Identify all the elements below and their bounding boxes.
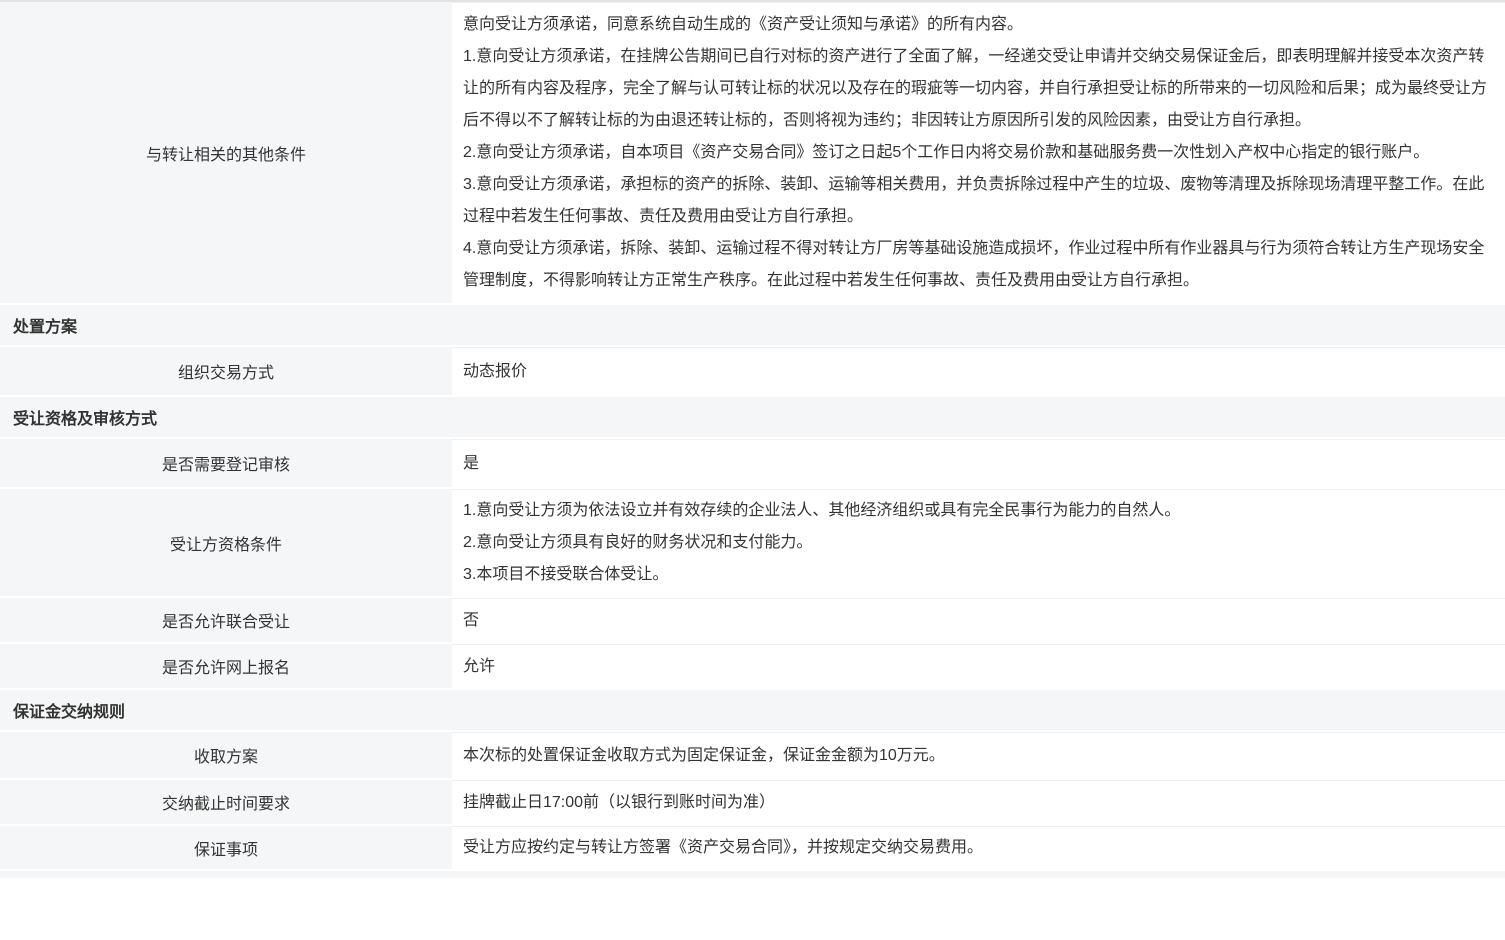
asset-transfer-detail-table: 与转让相关的其他条件 意向受让方须承诺，同意系统自动生成的《资产受让须知与承诺》… (0, 0, 1505, 878)
table-row-joint-transfer: 是否允许联合受让 否 (0, 598, 1505, 642)
table-row-other-conditions: 与转让相关的其他条件 意向受让方须承诺，同意系统自动生成的《资产受让须知与承诺》… (0, 2, 1505, 303)
row-label-other-conditions: 与转让相关的其他条件 (0, 2, 452, 303)
table-row-transferee-qualification: 受让方资格条件 1.意向受让方须为依法设立并有效存续的企业法人、其他经济组织或具… (0, 489, 1505, 596)
table-row-collection-plan: 收取方案 本次标的处置保证金收取方式为固定保证金，保证金金额为10万元。 (0, 732, 1505, 778)
row-value-payment-deadline: 挂牌截止日17:00前（以银行到账时间为准） (452, 780, 1505, 824)
row-label-text: 保证事项 (194, 836, 258, 860)
row-label-guarantee-matters: 保证事项 (0, 826, 452, 869)
table-row-registration-review: 是否需要登记审核 是 (0, 439, 1505, 487)
qualification-paragraph: 3.本项目不接受联合体受让。 (463, 559, 1487, 591)
row-label-registration-review: 是否需要登记审核 (0, 439, 452, 487)
row-value-text: 是 (463, 448, 1487, 480)
table-row-payment-deadline: 交纳截止时间要求 挂牌截止日17:00前（以银行到账时间为准） (0, 780, 1505, 824)
section-header-disposal-plan: 处置方案 (0, 305, 1505, 345)
row-label-transferee-qualification: 受让方资格条件 (0, 489, 452, 596)
row-label-joint-transfer: 是否允许联合受让 (0, 598, 452, 642)
row-value-text: 允许 (463, 651, 1487, 683)
row-label-text: 是否需要登记审核 (162, 451, 290, 475)
table-row-guarantee-matters: 保证事项 受让方应按约定与转让方签署《资产交易合同》，并按规定交纳交易费用。 (0, 826, 1505, 869)
row-value-other-conditions: 意向受让方须承诺，同意系统自动生成的《资产受让须知与承诺》的所有内容。 1.意向… (452, 2, 1505, 303)
section-title: 受让资格及审核方式 (13, 405, 157, 429)
row-label-trade-method: 组织交易方式 (0, 347, 452, 395)
row-label-text: 是否允许网上报名 (162, 654, 290, 678)
row-label-text: 组织交易方式 (178, 359, 274, 383)
row-label-text: 是否允许联合受让 (162, 608, 290, 632)
qualification-paragraph: 2.意向受让方须具有良好的财务状况和支付能力。 (463, 527, 1487, 559)
row-label-text: 交纳截止时间要求 (162, 790, 290, 814)
row-value-text: 否 (463, 605, 1487, 637)
row-label-text: 收取方案 (194, 743, 258, 767)
row-value-registration-review: 是 (452, 439, 1505, 487)
row-label-online-signup: 是否允许网上报名 (0, 644, 452, 688)
table-row-online-signup: 是否允许网上报名 允许 (0, 644, 1505, 688)
row-value-transferee-qualification: 1.意向受让方须为依法设立并有效存续的企业法人、其他经济组织或具有完全民事行为能… (452, 489, 1505, 596)
row-value-text: 受让方应按约定与转让方签署《资产交易合同》，并按规定交纳交易费用。 (463, 832, 1487, 864)
row-value-text: 挂牌截止日17:00前（以银行到账时间为准） (463, 787, 1487, 819)
section-header-deposit-rules: 保证金交纳规则 (0, 690, 1505, 730)
row-label-collection-plan: 收取方案 (0, 732, 452, 778)
row-value-trade-method: 动态报价 (452, 347, 1505, 395)
condition-paragraph: 3.意向受让方须承诺，承担标的资产的拆除、装卸、运输等相关费用，并负责拆除过程中… (463, 169, 1487, 233)
row-value-text: 动态报价 (463, 356, 1487, 388)
row-label-text: 受让方资格条件 (170, 531, 282, 555)
section-title: 处置方案 (13, 313, 77, 337)
qualification-paragraph: 1.意向受让方须为依法设立并有效存续的企业法人、其他经济组织或具有完全民事行为能… (463, 495, 1487, 527)
condition-paragraph: 4.意向受让方须承诺，拆除、装卸、运输过程不得对转让方厂房等基础设施造成损坏，作… (463, 233, 1487, 297)
condition-paragraph: 1.意向受让方须承诺，在挂牌公告期间已自行对标的资产进行了全面了解，一经递交受让… (463, 41, 1487, 137)
row-value-guarantee-matters: 受让方应按约定与转让方签署《资产交易合同》，并按规定交纳交易费用。 (452, 826, 1505, 869)
row-value-text: 本次标的处置保证金收取方式为固定保证金，保证金金额为10万元。 (463, 740, 1487, 772)
condition-paragraph: 意向受让方须承诺，同意系统自动生成的《资产受让须知与承诺》的所有内容。 (463, 9, 1487, 41)
next-section-partial-band (0, 871, 1505, 878)
section-title: 保证金交纳规则 (13, 698, 125, 722)
row-value-collection-plan: 本次标的处置保证金收取方式为固定保证金，保证金金额为10万元。 (452, 732, 1505, 778)
row-value-joint-transfer: 否 (452, 598, 1505, 642)
row-value-online-signup: 允许 (452, 644, 1505, 688)
table-row-trade-method: 组织交易方式 动态报价 (0, 347, 1505, 395)
row-label-text: 与转让相关的其他条件 (146, 141, 306, 165)
row-label-payment-deadline: 交纳截止时间要求 (0, 780, 452, 824)
section-header-qualification-review: 受让资格及审核方式 (0, 397, 1505, 437)
condition-paragraph: 2.意向受让方须承诺，自本项目《资产交易合同》签订之日起5个工作日内将交易价款和… (463, 137, 1487, 169)
